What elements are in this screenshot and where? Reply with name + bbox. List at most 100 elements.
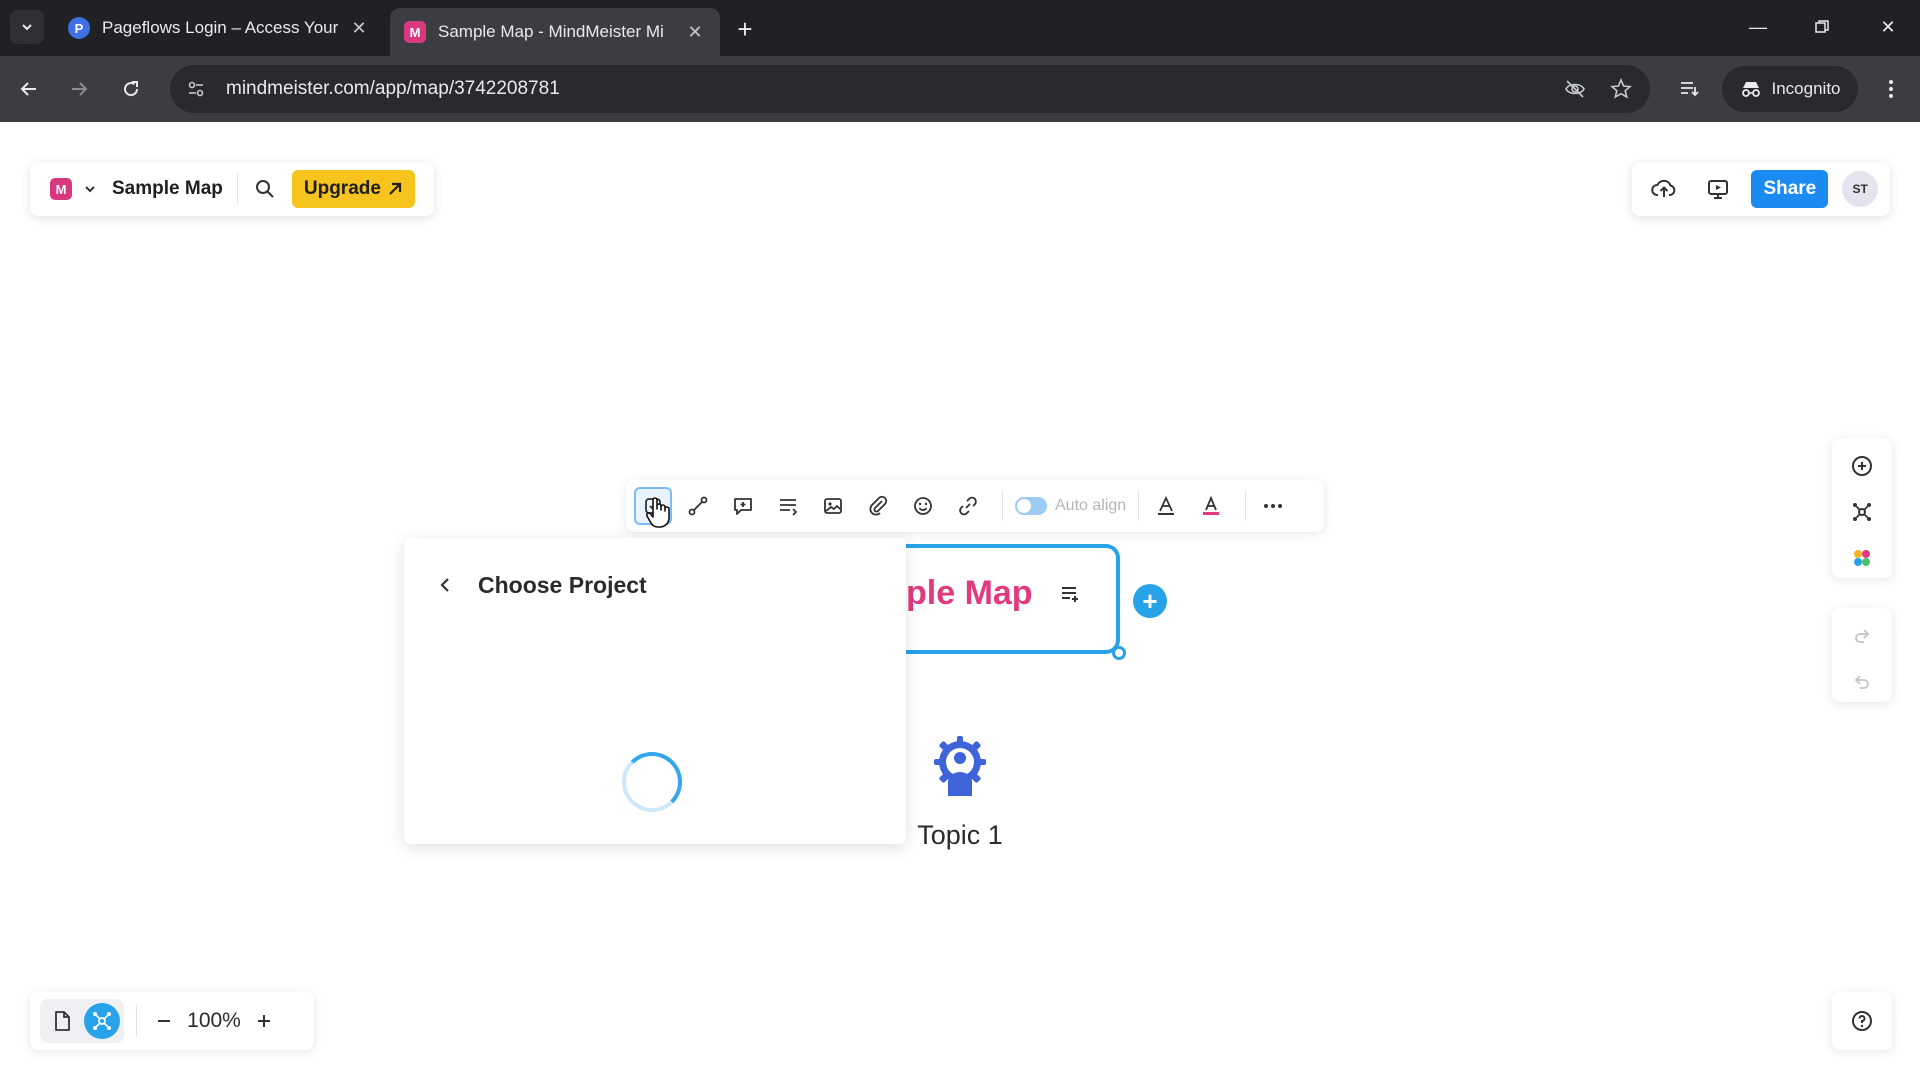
forward-button[interactable]	[62, 72, 96, 106]
help-icon	[1852, 1011, 1872, 1031]
address-bar[interactable]: mindmeister.com/app/map/3742208781	[170, 65, 1650, 113]
redo-icon[interactable]	[1842, 616, 1882, 656]
image-button[interactable]	[814, 487, 852, 525]
view-mode-toggle	[40, 999, 124, 1043]
connection-icon	[688, 496, 708, 516]
divider	[136, 1005, 137, 1037]
document-icon	[55, 1011, 70, 1031]
theme-palette-icon[interactable]	[1842, 538, 1882, 578]
arrow-left-icon	[20, 82, 36, 96]
right-tools-panel	[1832, 438, 1892, 578]
map-header-panel: M Sample Map Upgrade	[30, 162, 434, 216]
incognito-indicator[interactable]: Incognito	[1722, 66, 1858, 112]
search-icon[interactable]	[252, 176, 278, 202]
attachment-button[interactable]	[859, 487, 897, 525]
auto-align-toggle[interactable]: Auto align	[1015, 497, 1126, 515]
star-icon[interactable]	[1604, 72, 1638, 106]
mindmeister-logo-icon[interactable]: M	[50, 178, 72, 200]
style-button[interactable]	[1147, 487, 1185, 525]
minimize-button[interactable]: —	[1738, 12, 1778, 42]
zoom-out-button[interactable]	[149, 1006, 179, 1036]
node-toolbar: Auto align	[626, 480, 1324, 532]
paint-fill-icon	[1158, 495, 1175, 515]
divider	[1138, 491, 1140, 521]
note-icon	[780, 499, 798, 516]
site-info-icon[interactable]	[178, 71, 214, 107]
plus-icon	[258, 1015, 270, 1027]
more-options-button[interactable]	[1254, 487, 1292, 525]
close-icon[interactable]: ✕	[348, 17, 370, 39]
text-color-icon	[1203, 495, 1220, 515]
hand-cursor-icon	[645, 497, 670, 528]
root-topic-text[interactable]: ple Map	[906, 574, 1033, 613]
divider	[236, 174, 238, 204]
avatar[interactable]: ST	[1842, 171, 1878, 207]
link-icon	[959, 496, 977, 516]
back-chevron-icon[interactable]	[430, 570, 460, 600]
help-button[interactable]	[1832, 992, 1892, 1050]
chevron-down-icon	[22, 24, 32, 31]
arrow-right-icon	[72, 82, 88, 96]
upgrade-button[interactable]: Upgrade	[291, 170, 415, 208]
emoji-button[interactable]	[904, 487, 942, 525]
zoom-panel: 100%	[30, 992, 314, 1050]
auto-align-label: Auto align	[1055, 497, 1127, 514]
text-color-button[interactable]	[1192, 487, 1230, 525]
add-topic-icon[interactable]	[1842, 446, 1882, 486]
divider	[1245, 491, 1247, 521]
map-title[interactable]: Sample Map	[112, 178, 223, 200]
add-child-topic-button[interactable]: +	[1133, 584, 1167, 618]
back-button[interactable]	[12, 72, 46, 106]
more-horizontal-icon	[1264, 504, 1283, 508]
outline-view-button[interactable]	[44, 1003, 80, 1039]
link-button[interactable]	[949, 487, 987, 525]
root-topic-node[interactable]: ple Map	[906, 544, 1120, 654]
mind-map-icon	[93, 1012, 111, 1030]
browser-menu-icon[interactable]	[1874, 72, 1908, 106]
tab-search-button[interactable]	[10, 10, 44, 44]
tab-title: Pageflows Login – Access Your	[102, 18, 338, 37]
note-button[interactable]	[769, 487, 807, 525]
choose-project-popup: Choose Project	[404, 538, 906, 844]
minus-icon	[158, 1020, 170, 1022]
mindmeister-favicon-icon: M	[404, 21, 426, 43]
browser-tab-strip: P Pageflows Login – Access Your ✕ M Samp…	[0, 0, 1920, 56]
cloud-upload-icon[interactable]	[1644, 169, 1684, 209]
note-icon[interactable]	[1058, 582, 1082, 606]
zoom-level[interactable]: 100%	[179, 1009, 249, 1033]
zoom-in-button[interactable]	[249, 1006, 279, 1036]
mindmeister-app: M Sample Map Upgrade Share ST Auto align…	[0, 122, 1920, 1080]
browser-toolbar: mindmeister.com/app/map/3742208781 Incog…	[0, 56, 1920, 122]
paperclip-icon	[869, 495, 888, 516]
connection-button[interactable]	[679, 487, 717, 525]
new-tab-button[interactable]: +	[730, 14, 760, 44]
pageflows-favicon-icon: P	[68, 17, 90, 39]
restore-icon	[1815, 20, 1829, 33]
browser-tab-pageflows[interactable]: P Pageflows Login – Access Your ✕	[54, 8, 384, 48]
chevron-down-icon[interactable]	[82, 181, 98, 197]
comment-plus-icon	[734, 498, 752, 515]
map-layout-icon[interactable]	[1842, 492, 1882, 532]
history-panel	[1832, 608, 1892, 702]
close-icon[interactable]: ✕	[684, 21, 706, 43]
toggle-switch[interactable]	[1015, 497, 1047, 515]
mind-map-view-button[interactable]	[84, 1003, 120, 1039]
upgrade-label: Upgrade	[303, 178, 381, 199]
share-button[interactable]: Share	[1751, 170, 1829, 208]
comment-button[interactable]	[724, 487, 762, 525]
browser-tab-mindmeister[interactable]: M Sample Map - MindMeister Mi ✕	[390, 8, 720, 56]
presentation-icon[interactable]	[1698, 169, 1738, 209]
topic-label[interactable]: Topic 1	[880, 820, 1040, 851]
loading-spinner	[622, 752, 682, 812]
restore-button[interactable]	[1802, 12, 1842, 42]
close-window-button[interactable]: ✕	[1868, 12, 1908, 42]
eye-off-icon[interactable]	[1558, 72, 1592, 106]
incognito-icon	[1741, 82, 1760, 97]
map-actions-panel: Share ST	[1632, 162, 1890, 216]
resize-handle[interactable]	[1112, 646, 1126, 660]
tab-title: Sample Map - MindMeister Mi	[438, 22, 664, 41]
url-text[interactable]: mindmeister.com/app/map/3742208781	[226, 78, 1558, 100]
reload-button[interactable]	[114, 72, 148, 106]
undo-icon[interactable]	[1842, 662, 1882, 702]
reading-list-icon[interactable]	[1672, 72, 1706, 106]
